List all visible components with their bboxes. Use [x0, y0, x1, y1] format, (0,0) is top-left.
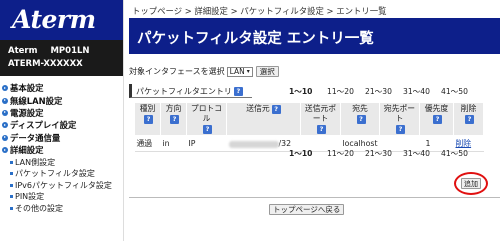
sidebar-item-display[interactable]: ディスプレイ設定: [0, 119, 123, 131]
col-destination-port: 宛先ポート?: [379, 102, 420, 136]
logo: Aterm: [0, 0, 123, 40]
sidebar-item-basic[interactable]: 基本設定: [0, 82, 123, 94]
sidebar-menu: 基本設定 無線LAN設定 電源設定 ディスプレイ設定 データ通信量 詳細設定 L…: [0, 76, 123, 214]
help-icon[interactable]: ?: [396, 125, 405, 134]
col-delete: 削除?: [453, 102, 484, 136]
help-icon[interactable]: ?: [356, 115, 366, 124]
col-direction: 方向?: [160, 102, 187, 136]
add-button[interactable]: 追加: [461, 178, 481, 189]
breadcrumb: トップページ > 詳細設定 > パケットフィルタ設定 > エントリ一覧: [132, 6, 387, 16]
page-link[interactable]: 31〜40: [403, 86, 441, 97]
sidebar-subitem-pin[interactable]: PIN設定: [0, 191, 123, 203]
chevron-down-icon: ▾: [246, 68, 250, 75]
help-icon[interactable]: ?: [433, 115, 442, 124]
table-header-row: 種別? 方向? プロトコル? 送信元? 送信元ポート? 宛先? 宛先ポート? 優…: [134, 102, 484, 136]
section-title: パケットフィルタエントリ?: [129, 84, 252, 98]
col-source-port: 送信元ポート?: [300, 102, 341, 136]
col-destination: 宛先?: [340, 102, 380, 136]
model-number: MP01LN: [50, 46, 90, 56]
cell-direction: in: [160, 135, 187, 152]
sidebar-subitem-ipv6-packet-filter[interactable]: IPv6パケットフィルタ設定: [0, 180, 123, 192]
arrow-right-icon: [2, 109, 8, 116]
select-button[interactable]: 選択: [255, 66, 279, 77]
help-icon[interactable]: ?: [317, 125, 326, 134]
pager-bottom: 1〜10 11〜20 21〜30 31〜40 41〜50: [289, 148, 479, 159]
filter-table: 種別? 方向? プロトコル? 送信元? 送信元ポート? 宛先? 宛先ポート? 優…: [134, 102, 484, 152]
model-info: Aterm MP01LN ATERM-XXXXXX: [0, 40, 123, 76]
model-ssid: ATERM-XXXXXX: [8, 59, 83, 69]
page-link[interactable]: 1〜10: [289, 148, 327, 159]
sidebar-subitem-other[interactable]: その他の設定: [0, 203, 123, 215]
col-protocol: プロトコル?: [186, 102, 227, 136]
sidebar-item-advanced[interactable]: 詳細設定: [0, 144, 123, 156]
page-link[interactable]: 11〜20: [327, 148, 365, 159]
col-type: 種別?: [134, 102, 161, 136]
page-link[interactable]: 41〜50: [441, 86, 479, 97]
page-link[interactable]: 21〜30: [365, 148, 403, 159]
help-icon[interactable]: ?: [271, 105, 281, 114]
page-link[interactable]: 21〜30: [365, 86, 403, 97]
sidebar-item-wireless-lan[interactable]: 無線LAN設定: [0, 94, 123, 106]
help-icon[interactable]: ?: [465, 115, 474, 124]
col-priority: 優先度?: [419, 102, 454, 136]
delete-link[interactable]: 削除: [456, 139, 472, 148]
sidebar-item-data-usage[interactable]: データ通信量: [0, 132, 123, 144]
page-title: パケットフィルタ設定 エントリ一覧: [129, 18, 500, 54]
page-link[interactable]: 11〜20: [327, 86, 365, 97]
arrow-right-icon: [2, 85, 8, 92]
back-to-top-button[interactable]: トップページへ戻る: [269, 204, 345, 215]
arrow-right-icon: [2, 97, 8, 104]
cell-type: 通過: [134, 135, 161, 152]
interface-label: 対象インタフェースを選択: [129, 67, 225, 76]
interface-select[interactable]: LAN ▾: [226, 66, 253, 77]
arrow-right-icon: [2, 134, 8, 141]
help-icon[interactable]: ?: [170, 115, 179, 124]
bullet-icon: [10, 172, 13, 176]
model-brand: Aterm: [8, 46, 38, 56]
sidebar-subitem-lan[interactable]: LAN側設定: [0, 156, 123, 168]
bullet-icon: [10, 207, 13, 211]
divider: [129, 197, 500, 198]
help-icon[interactable]: ?: [144, 115, 153, 124]
sidebar-subitem-packet-filter[interactable]: パケットフィルタ設定: [0, 168, 123, 180]
help-icon[interactable]: ?: [233, 86, 243, 96]
page-link[interactable]: 1〜10: [289, 86, 327, 97]
bullet-icon: [10, 195, 13, 199]
cell-protocol: IP: [186, 135, 227, 152]
highlight-circle: 追加: [454, 172, 488, 195]
page: Aterm Aterm MP01LN ATERM-XXXXXX 基本設定 無線LA…: [0, 0, 500, 241]
page-link[interactable]: 41〜50: [441, 148, 479, 159]
main-content: トップページ > 詳細設定 > パケットフィルタ設定 > エントリ一覧 パケット…: [124, 0, 500, 241]
sidebar: Aterm Aterm MP01LN ATERM-XXXXXX 基本設定 無線LA…: [0, 0, 124, 241]
help-icon[interactable]: ?: [203, 125, 212, 134]
sidebar-item-power[interactable]: 電源設定: [0, 107, 123, 119]
col-source: 送信元?: [226, 102, 301, 136]
pager-top: 1〜10 11〜20 21〜30 31〜40 41〜50: [289, 86, 479, 97]
interface-selector: 対象インタフェースを選択 LAN ▾ 選択: [129, 66, 279, 77]
redacted-address: [228, 140, 279, 148]
arrow-right-icon: [2, 122, 8, 129]
arrow-down-icon: [2, 147, 8, 154]
page-link[interactable]: 31〜40: [403, 148, 441, 159]
bullet-icon: [10, 183, 13, 187]
bullet-icon: [10, 160, 13, 164]
